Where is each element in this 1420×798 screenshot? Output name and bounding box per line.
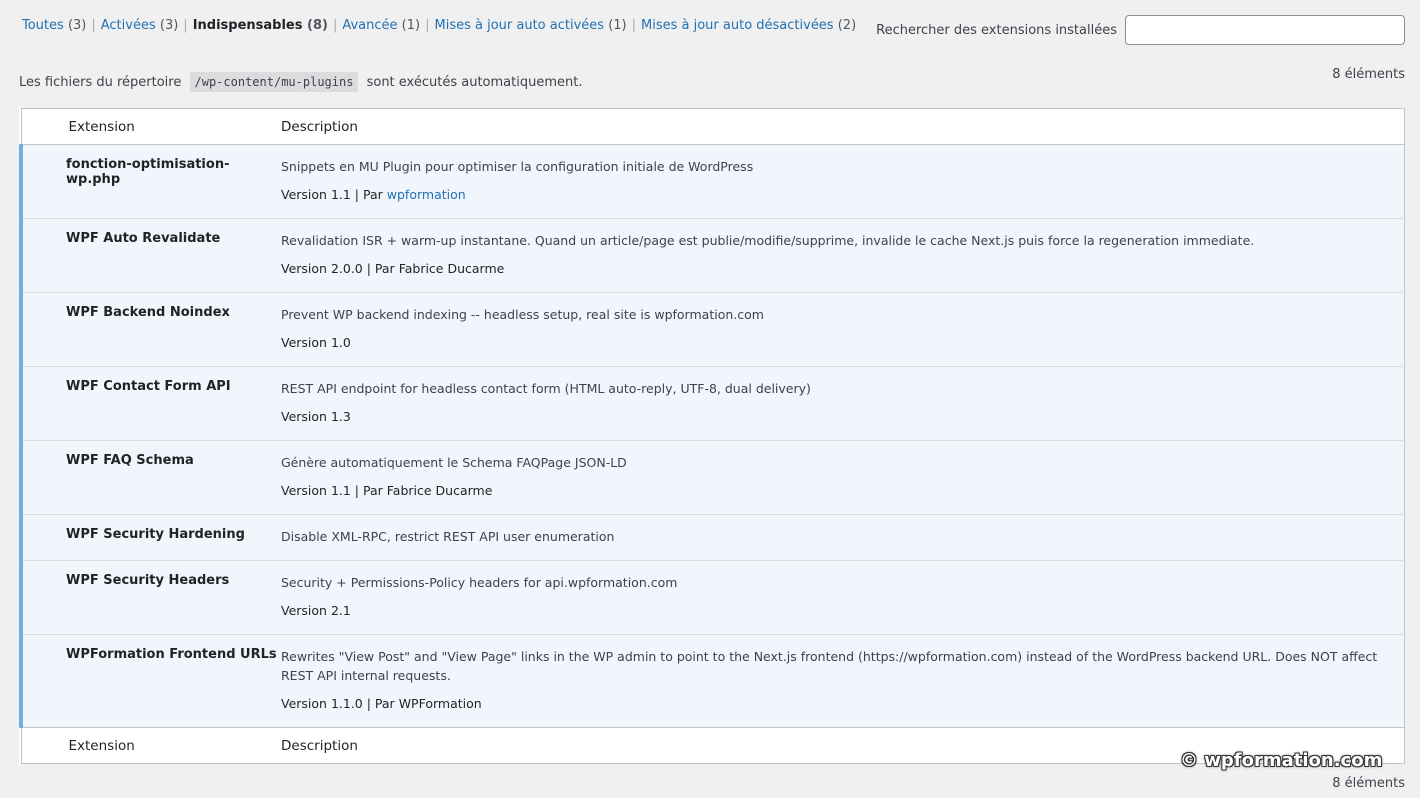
plugin-version: Version 1.1 [281,483,351,498]
plugin-version: Version 2.1 [281,603,351,618]
filter-count: (3) [67,18,87,33]
plugin-by-label: Par [363,483,383,498]
plugin-description: Rewrites "View Post" and "View Page" lin… [281,649,1378,683]
plugin-version: Version 1.1 [281,187,351,202]
notice-text-before: Les fichiers du répertoire [19,75,182,90]
filter-link-1[interactable]: Activées (3) [101,18,179,33]
plugin-description-cell: Snippets en MU Plugin pour optimiser la … [281,144,1405,219]
plugin-description-cell: Revalidation ISR + warm-up instantane. Q… [281,218,1405,293]
filter-count: (8) [307,18,328,33]
plugin-meta: Version 1.1 | Par Fabrice Ducarme [281,483,493,498]
plugin-name: WPF Auto Revalidate [19,218,281,293]
plugin-description: REST API endpoint for headless contact f… [281,381,811,396]
column-header-description: Description [281,108,1405,145]
plugin-meta: Version 1.3 [281,407,1388,426]
plugin-author: Fabrice Ducarme [386,483,493,498]
plugin-description: Prevent WP backend indexing -- headless … [281,307,764,322]
plugin-name: WPF Backend Noindex [19,292,281,367]
plugin-meta: Version 2.1 [281,601,1388,620]
plugin-meta: Version 1.1 | Par wpformation [281,187,466,202]
plugin-search-box: Rechercher des extensions installées [876,15,1405,45]
filter-link-4[interactable]: Mises à jour auto activées (1) [434,18,626,33]
filter-label: Activées [100,18,156,33]
filter-label: Toutes [22,18,64,33]
filter-separator: | [183,18,188,33]
search-label: Rechercher des extensions installées [876,22,1117,38]
plugin-row: WPF FAQ Schema Génère automatiquement le … [19,440,1405,515]
plugin-description-cell: Disable XML-RPC, restrict REST API user … [281,514,1405,561]
filter-link-2[interactable]: Indispensables (8) [193,18,328,33]
filter-link-0[interactable]: Toutes (3) [22,18,86,33]
watermark: © wpformation.com [1180,750,1383,771]
filter-count: (1) [608,18,627,33]
mu-plugins-notice: Les fichiers du répertoire /wp-content/m… [19,72,583,92]
plugin-name: WPF FAQ Schema [19,440,281,515]
plugin-description: Revalidation ISR + warm-up instantane. Q… [281,233,1255,248]
plugin-version: Version 2.0.0 [281,261,363,276]
plugin-name: WPFormation Frontend URLs [19,634,281,728]
plugin-description: Snippets en MU Plugin pour optimiser la … [281,159,754,174]
mu-plugins-path: /wp-content/mu-plugins [189,72,359,92]
plugin-meta: Version 2.0.0 | Par Fabrice Ducarme [281,261,505,276]
plugin-author-link[interactable]: wpformation [387,187,466,202]
plugin-row: WPF Contact Form API REST API endpoint fo… [19,366,1405,441]
items-count-bottom: 8 éléments [1332,776,1405,791]
plugin-version: Version 1.3 [281,409,351,424]
plugin-list: fonction-optimisation-wp.php Snippets en … [19,144,1405,728]
plugin-meta: Version 1.0 [281,333,1388,352]
plugin-name: WPF Security Headers [19,560,281,635]
search-input[interactable] [1125,15,1405,45]
filter-separator: | [631,18,636,33]
plugin-meta: Version 1.1.0 | Par WPFormation [281,696,482,711]
table-header-row: Extension Description [21,108,1405,145]
filter-count: (3) [159,18,179,33]
plugin-version: Version 1.0 [281,335,351,350]
plugin-row: WPF Backend Noindex Prevent WP backend in… [19,292,1405,367]
filter-separator: | [91,18,96,33]
plugin-name: fonction-optimisation-wp.php [19,144,281,219]
items-count-top: 8 éléments [1332,67,1405,82]
column-header-extension: Extension [21,108,281,145]
filter-count: (2) [837,18,857,33]
plugin-description: Génère automatiquement le Schema FAQPage… [281,455,627,470]
plugin-description-cell: REST API endpoint for headless contact f… [281,366,1405,441]
status-filter-links: Toutes (3) | Activées (3) | Indispensables (… [22,17,856,35]
filter-separator: | [425,18,430,33]
plugin-author: WPFormation [398,696,482,711]
plugin-version: Version 1.1.0 [281,696,363,711]
filter-label: Avancée [342,18,398,33]
plugin-description: Disable XML-RPC, restrict REST API user … [281,529,615,544]
plugin-name: WPF Security Hardening [19,514,281,561]
plugin-by-label: Par [374,261,395,276]
filter-link-5[interactable]: Mises à jour auto désactivées (2) [641,18,856,33]
plugin-description-cell: Security + Permissions-Policy headers fo… [281,560,1405,635]
plugin-name: WPF Contact Form API [19,366,281,441]
column-footer-extension: Extension [21,727,281,764]
plugins-table: Extension Description fonction-optimisat… [19,108,1405,764]
filter-label: Indispensables [192,18,303,33]
plugin-description-cell: Rewrites "View Post" and "View Page" lin… [281,634,1405,728]
filter-link-3[interactable]: Avancée (1) [342,18,420,33]
filter-label: Mises à jour auto activées [434,18,605,33]
plugin-row: fonction-optimisation-wp.php Snippets en … [19,144,1405,219]
plugin-author: Fabrice Ducarme [398,261,505,276]
filter-separator: | [332,18,338,33]
plugin-description-cell: Génère automatiquement le Schema FAQPage… [281,440,1405,515]
plugin-row: WPFormation Frontend URLs Rewrites "View … [19,634,1405,728]
filter-label: Mises à jour auto désactivées [641,18,834,33]
plugin-by-label: Par [363,187,383,202]
plugin-row: WPF Auto Revalidate Revalidation ISR + wa… [19,218,1405,293]
notice-text-after: sont exécutés automatiquement. [366,75,583,90]
plugin-description-cell: Prevent WP backend indexing -- headless … [281,292,1405,367]
plugin-description: Security + Permissions-Policy headers fo… [281,575,678,590]
filter-count: (1) [401,18,421,33]
plugin-by-label: Par [374,696,395,711]
plugin-row: WPF Security Hardening Disable XML-RPC, r… [19,514,1405,561]
plugin-row: WPF Security Headers Security + Permissio… [19,560,1405,635]
